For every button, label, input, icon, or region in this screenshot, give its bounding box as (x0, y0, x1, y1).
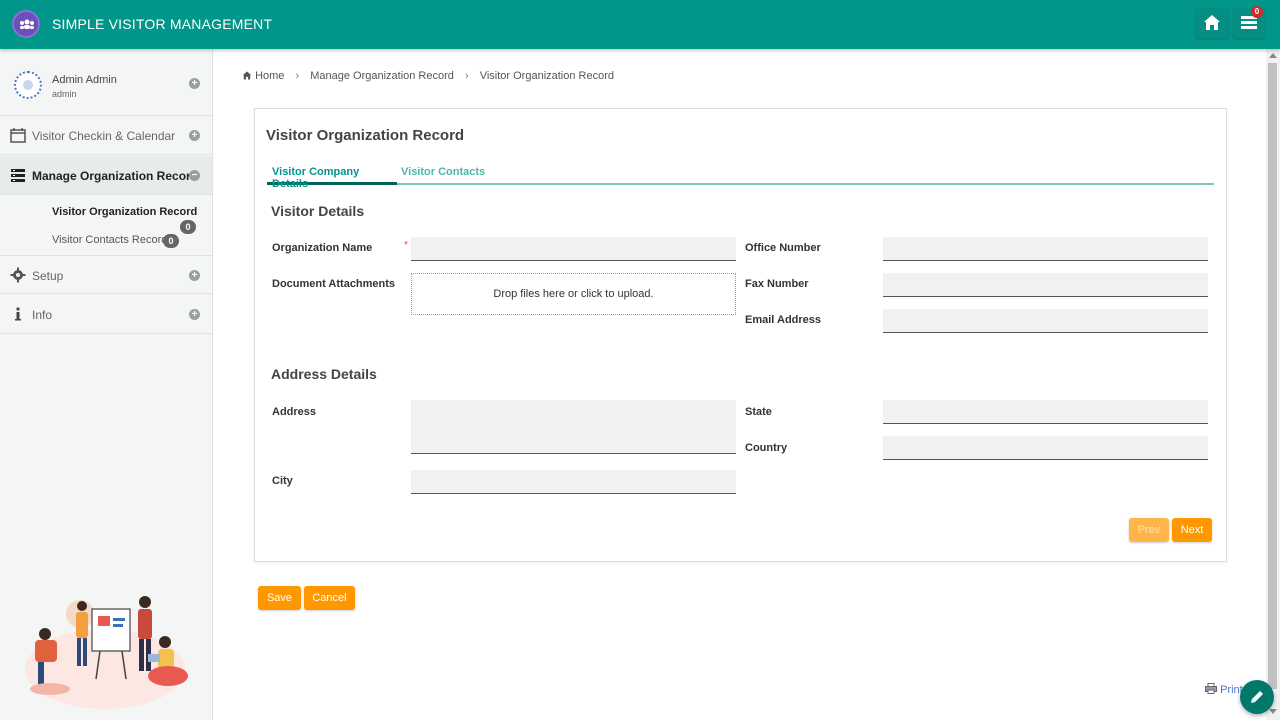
user-name: Admin Admin (52, 74, 117, 86)
sidebar-item-setup[interactable]: Setup + (0, 255, 212, 294)
state-label: State (745, 406, 772, 418)
pencil-icon (1251, 691, 1263, 703)
page-scrollbar[interactable] (1266, 49, 1280, 720)
gear-icon (10, 267, 26, 283)
expand-plus-icon[interactable]: + (189, 309, 200, 320)
user-profile[interactable]: Admin Admin admin + (0, 49, 212, 116)
organization-name-label: Organization Name (272, 242, 373, 254)
city-label: City (272, 475, 293, 487)
organization-record-panel: Visitor Organization Record Visitor Comp… (254, 108, 1227, 562)
avatar (14, 71, 42, 99)
sidebar-item-label: Setup (32, 269, 64, 283)
team-meeting-illustration (25, 596, 188, 709)
country-label: Country (745, 442, 788, 454)
breadcrumb-separator: › (464, 70, 469, 82)
tab-visitor-contacts[interactable]: Visitor Contacts (401, 166, 485, 178)
notifications-button[interactable]: 0 (1233, 6, 1265, 38)
top-bar: SIMPLE VISITOR MANAGEMENT 0 (0, 0, 1280, 49)
next-button[interactable]: Next (1172, 518, 1212, 542)
print-icon (1205, 683, 1217, 694)
subitem-visitor-organization-record[interactable]: Visitor Organization Record (52, 206, 197, 218)
expand-plus-icon[interactable]: + (189, 78, 200, 89)
city-field[interactable] (411, 470, 736, 494)
notifications-count-badge: 0 (1251, 6, 1263, 18)
count-badge: 0 (180, 220, 196, 234)
document-attachments-label: Document Attachments (272, 278, 396, 290)
email-address-field[interactable] (883, 309, 1208, 333)
panel-title: Visitor Organization Record (266, 127, 465, 144)
sidebar: Admin Admin admin + Visitor Checkin & Ca… (0, 49, 213, 720)
breadcrumb: Home › Manage Organization Record › Visi… (242, 70, 614, 82)
state-field[interactable] (883, 400, 1208, 424)
app-logo-icon[interactable] (12, 10, 40, 38)
breadcrumb-separator: › (295, 70, 300, 82)
email-address-label: Email Address (745, 314, 822, 326)
user-role: admin (52, 89, 77, 99)
sidebar-item-label: Visitor Checkin & Calendar (32, 129, 176, 143)
tab-visitor-company-details[interactable]: Visitor Company Details (267, 166, 397, 190)
document-dropzone[interactable]: Drop files here or click to upload. (411, 273, 736, 315)
scrollbar-thumb[interactable] (1268, 63, 1277, 689)
subitem-visitor-contacts-record[interactable]: Visitor Contacts Record (52, 234, 167, 246)
office-number-label: Office Number (745, 242, 821, 254)
organization-name-field[interactable] (411, 237, 736, 261)
visitor-details-heading: Visitor Details (271, 203, 365, 219)
breadcrumb-home[interactable]: Home (255, 70, 284, 82)
sidebar-item-label: Manage Organization Record (32, 169, 199, 183)
sidebar-item-label: Info (32, 308, 53, 322)
address-label: Address (272, 406, 317, 418)
scroll-up-icon[interactable] (1269, 53, 1277, 58)
breadcrumb-manage-organization[interactable]: Manage Organization Record (310, 70, 454, 82)
sidebar-item-manage-organization[interactable]: Manage Organization Record − (0, 156, 212, 195)
prev-button[interactable]: Prev (1129, 518, 1169, 542)
info-icon (15, 307, 21, 321)
country-field[interactable] (883, 436, 1208, 460)
home-button[interactable] (1196, 8, 1228, 38)
breadcrumb-current: Visitor Organization Record (479, 70, 615, 82)
fax-number-label: Fax Number (745, 278, 809, 290)
home-icon (1204, 15, 1220, 30)
edit-fab-button[interactable] (1240, 680, 1274, 714)
required-marker: * (404, 240, 408, 251)
office-number-field[interactable] (883, 237, 1208, 261)
sidebar-item-visitor-checkin[interactable]: Visitor Checkin & Calendar + (0, 116, 212, 155)
fax-number-field[interactable] (883, 273, 1208, 297)
tab-bar: Visitor Company Details Visitor Contacts (267, 164, 1214, 190)
scroll-down-icon[interactable] (1269, 709, 1277, 714)
expand-plus-icon[interactable]: + (189, 130, 200, 141)
address-textarea[interactable] (411, 400, 736, 454)
print-link[interactable]: Print (1205, 683, 1243, 696)
expand-plus-icon[interactable]: + (189, 270, 200, 281)
collapse-minus-icon[interactable]: − (189, 170, 200, 181)
app-title: SIMPLE VISITOR MANAGEMENT (52, 16, 273, 32)
save-button[interactable]: Save (258, 586, 301, 610)
count-badge: 0 (163, 234, 179, 248)
sidebar-item-info[interactable]: Info + (0, 295, 212, 334)
cancel-button[interactable]: Cancel (304, 586, 355, 610)
home-icon (242, 71, 252, 80)
list-icon (11, 169, 25, 182)
calendar-icon (10, 128, 26, 143)
address-details-heading: Address Details (271, 366, 377, 382)
